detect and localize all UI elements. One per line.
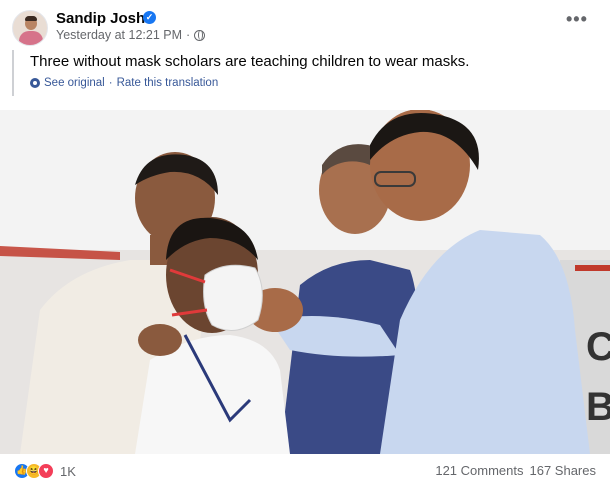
author-avatar[interactable] — [12, 10, 48, 46]
rate-translation-link[interactable]: Rate this translation — [117, 77, 219, 89]
photo-illustration: C B — [0, 110, 610, 454]
gear-icon — [30, 78, 40, 88]
post-meta: Yesterday at 12:21 PM · — [56, 28, 206, 42]
translation-separator: · — [108, 77, 113, 89]
shares-count[interactable]: 167 Shares — [530, 463, 597, 478]
reaction-count[interactable]: 1K — [60, 464, 76, 479]
backdrop-letter-c: C — [586, 325, 610, 369]
author-name[interactable]: Sandip Joshi — [56, 10, 149, 27]
engagement-stats: 121 Comments 167 Shares — [435, 463, 596, 478]
backdrop-letter-b: B — [586, 385, 610, 429]
post-timestamp[interactable]: Yesterday at 12:21 PM — [56, 28, 182, 42]
meta-separator: · — [186, 28, 191, 42]
see-original-link[interactable]: See original — [44, 77, 105, 89]
translation-quote-bar — [12, 50, 14, 96]
facebook-post: Sandip Joshi ✓ Yesterday at 12:21 PM · •… — [0, 0, 610, 490]
post-photo[interactable]: C B — [0, 110, 610, 454]
reactions-summary[interactable]: 👍 😆 ♥ 1K — [14, 463, 76, 479]
globe-icon — [194, 29, 206, 41]
love-reaction-icon: ♥ — [38, 463, 54, 479]
verified-badge-icon: ✓ — [143, 11, 156, 24]
translation-row: See original · Rate this translation — [30, 77, 218, 89]
post-text: Three without mask scholars are teaching… — [30, 53, 470, 70]
comments-count[interactable]: 121 Comments — [435, 463, 523, 478]
more-options-icon[interactable]: ••• — [566, 10, 588, 28]
